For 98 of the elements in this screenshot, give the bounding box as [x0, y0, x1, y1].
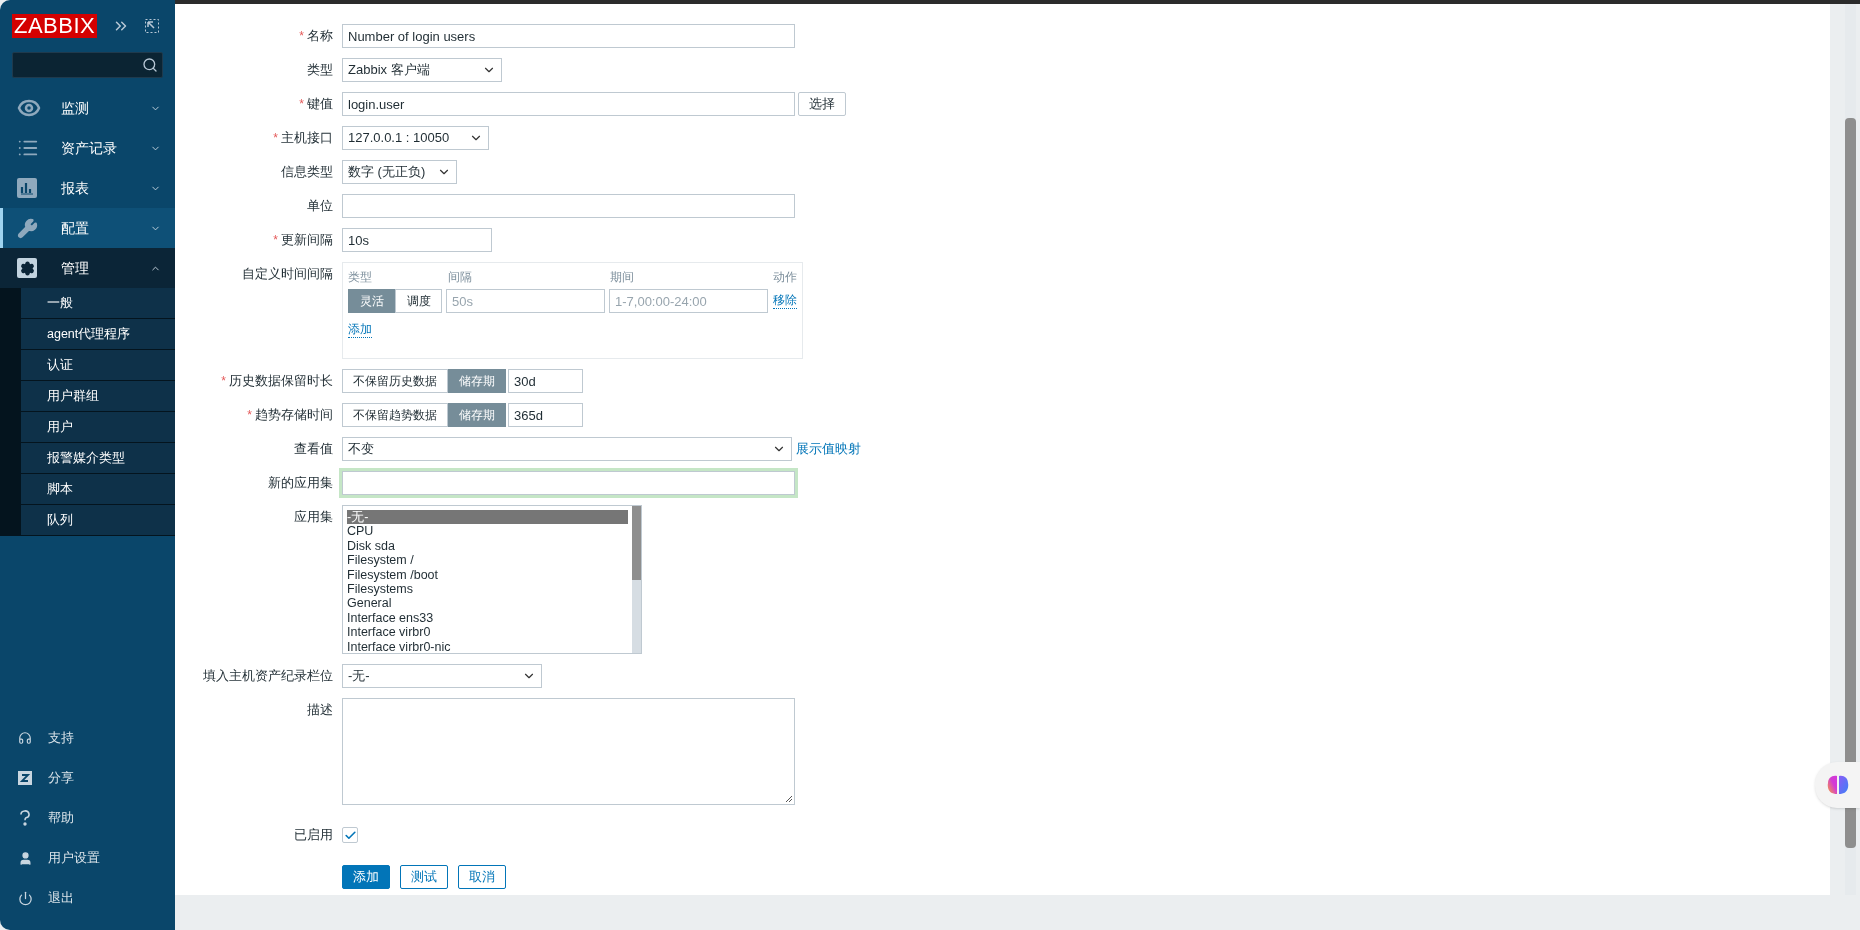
text-field[interactable]: 10s: [342, 228, 492, 252]
field-label: 填入主机资产纪录栏位: [203, 667, 333, 685]
required-mark: *: [299, 96, 304, 113]
submenu-item[interactable]: 用户: [21, 412, 175, 443]
list-option[interactable]: General: [347, 596, 628, 611]
required-mark: *: [299, 28, 304, 45]
menu-item[interactable]: 监测: [0, 88, 175, 128]
list-option[interactable]: Disk sda: [347, 538, 628, 554]
column-header: 期间: [610, 269, 635, 286]
wrench-icon: [17, 217, 38, 239]
submenu-item[interactable]: 认证: [21, 350, 175, 381]
dropdown[interactable]: 不变: [342, 437, 792, 461]
text-field[interactable]: Number of login users: [342, 24, 795, 48]
menu-item[interactable]: 用户设置: [0, 838, 175, 878]
share-icon: [18, 771, 32, 785]
list-option[interactable]: Interface virbr0: [347, 625, 628, 640]
field-label: 主机接口: [281, 129, 333, 147]
submenu-item[interactable]: 一般: [21, 288, 175, 319]
text-field[interactable]: 365d: [508, 403, 583, 427]
menu-item[interactable]: 退出: [0, 878, 175, 918]
menu-item[interactable]: 报表: [0, 168, 175, 208]
field-label: 应用集: [294, 508, 333, 526]
text-field[interactable]: 30d: [508, 369, 583, 393]
interval-field[interactable]: 50s: [446, 289, 605, 313]
submenu-item[interactable]: 用户群组: [21, 381, 175, 412]
field-label: 查看值: [294, 440, 333, 458]
required-mark: *: [273, 130, 278, 147]
storage-toggle[interactable]: 不保留趋势数据: [342, 403, 448, 427]
menu-item[interactable]: 支持: [0, 718, 175, 758]
headset-icon: [18, 731, 32, 745]
power-icon: [17, 890, 33, 906]
menu-item[interactable]: 资产记录: [0, 128, 175, 168]
field-label: 单位: [307, 197, 333, 215]
form-button[interactable]: 测试: [400, 865, 448, 889]
required-mark: *: [273, 232, 278, 249]
brain-icon: [1825, 774, 1850, 796]
page-scrollbar[interactable]: [1845, 4, 1856, 895]
field-label: 信息类型: [281, 163, 333, 181]
dropdown[interactable]: 127.0.0.1 : 10050: [342, 126, 489, 150]
add-link[interactable]: 添加: [348, 322, 372, 338]
list-option[interactable]: Interface ens33: [347, 610, 628, 626]
checkbox[interactable]: [342, 827, 358, 843]
logo[interactable]: ZABBIX: [12, 14, 98, 38]
list-option[interactable]: CPU: [347, 524, 628, 539]
field-label: 类型: [307, 61, 333, 79]
mode-toggle[interactable]: 调度: [395, 289, 442, 313]
field-label: 键值: [307, 95, 333, 113]
submenu-item[interactable]: 报警媒介类型: [21, 443, 175, 474]
field-label: 名称: [307, 27, 333, 45]
field-label: 自定义时间间隔: [242, 265, 333, 283]
menu-item[interactable]: 分享: [0, 758, 175, 798]
gear-icon: [17, 258, 37, 278]
chart-icon: [17, 178, 37, 198]
text-field[interactable]: login.user: [342, 92, 795, 116]
assistant-button[interactable]: [1815, 762, 1860, 808]
storage-toggle[interactable]: 不保留历史数据: [342, 369, 448, 393]
field-label: 趋势存储时间: [255, 406, 333, 424]
field-label: 描述: [307, 701, 333, 719]
search-icon: [142, 57, 158, 73]
form-button[interactable]: 添加: [342, 865, 390, 889]
search-field[interactable]: [12, 52, 163, 78]
list-option[interactable]: Filesystems: [347, 581, 628, 597]
column-header: 动作: [773, 269, 797, 286]
dropdown[interactable]: Zabbix 客户端: [342, 58, 502, 82]
field-label: 新的应用集: [268, 474, 333, 492]
text-field[interactable]: [339, 468, 798, 498]
list-option[interactable]: -无-: [347, 510, 628, 525]
fullscreen-icon[interactable]: [145, 19, 160, 33]
submenu-item[interactable]: 队列: [21, 505, 175, 536]
link[interactable]: 展示值映射: [796, 439, 861, 459]
submenu-item[interactable]: 脚本: [21, 474, 175, 505]
required-mark: *: [247, 407, 252, 424]
scrollbar[interactable]: [632, 506, 641, 653]
dropdown[interactable]: 数字 (无正负): [342, 160, 457, 184]
description-field[interactable]: [342, 698, 795, 805]
field-label: 已启用: [294, 826, 333, 844]
column-header: 类型: [348, 269, 373, 286]
menu-item[interactable]: 帮助: [0, 798, 175, 838]
dropdown[interactable]: -无-: [342, 664, 542, 688]
list-option[interactable]: Interface virbr0-nic: [347, 639, 628, 654]
period-field[interactable]: 1-7,00:00-24:00: [609, 289, 768, 313]
remove-link[interactable]: 移除: [773, 293, 797, 309]
list-option[interactable]: Filesystem /boot: [347, 567, 628, 582]
user-icon: [17, 850, 33, 866]
resize-grip-icon[interactable]: [785, 795, 793, 803]
menu-item[interactable]: 配置: [0, 208, 175, 248]
menu-item[interactable]: 管理: [0, 248, 175, 288]
column-header: 间隔: [448, 269, 473, 286]
list-box[interactable]: -无- CPU Disk sda Filesystem / Filesystem /boot Filesystems General Interface ens33 Interface virbr0 Interface virbr0-nic: [342, 505, 642, 654]
required-mark: *: [221, 373, 226, 390]
form-button[interactable]: 取消: [458, 865, 506, 889]
list-option[interactable]: Filesystem /: [347, 553, 628, 568]
text-field[interactable]: [342, 194, 795, 218]
submenu-item[interactable]: agent代理程序: [21, 319, 175, 350]
question-icon: [19, 810, 31, 826]
field-label: 历史数据保留时长: [229, 372, 333, 390]
select-button[interactable]: 选择: [798, 92, 846, 116]
field-label: 更新间隔: [281, 231, 333, 249]
